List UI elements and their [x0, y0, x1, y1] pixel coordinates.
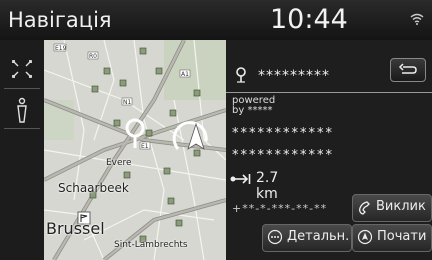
- svg-text:R0: R0: [89, 53, 97, 60]
- start-button-label: Почати: [377, 229, 427, 244]
- destination-row: *********: [226, 40, 432, 93]
- pedestrian-button[interactable]: [4, 92, 40, 129]
- map-label-schaarbeek: Schaarbeek: [58, 181, 129, 195]
- navigation-screen: Навігація 10:44 R0 A1 N1 E1 E19 Evere Sc…: [0, 0, 432, 260]
- start-button[interactable]: Почати: [352, 224, 432, 252]
- distance-arrow-icon: [230, 173, 252, 189]
- map-label-evere: Evere: [106, 158, 132, 168]
- destination-name: *********: [258, 68, 330, 84]
- details-button[interactable]: Детальн.: [262, 224, 352, 252]
- phone-icon: [359, 201, 370, 215]
- navigation-arrow-icon: [357, 229, 373, 245]
- distance-value: 2.7 km: [256, 170, 279, 202]
- call-button[interactable]: Виклик: [352, 194, 432, 222]
- address-line-2: ************: [232, 148, 334, 163]
- person-icon: [17, 97, 27, 123]
- call-button-label: Виклик: [376, 199, 426, 214]
- more-icon: [267, 229, 283, 245]
- map-label-brussels: Brussel: [46, 219, 105, 238]
- location-pin-icon: [234, 66, 248, 88]
- svg-text:A1: A1: [181, 71, 189, 78]
- map-label-sint-lambrechts: Sint-Lambrechts: [114, 240, 188, 250]
- clock: 10:44: [270, 4, 348, 35]
- status-bar: Навігація 10:44: [0, 0, 432, 40]
- destination-info-panel: ********* powered by ***** ************ …: [226, 40, 432, 260]
- map-toolbar: [0, 40, 44, 260]
- svg-text:N1: N1: [123, 99, 131, 106]
- svg-text:E19: E19: [55, 45, 67, 52]
- return-icon: [398, 63, 417, 74]
- phone-number: +**-*-***-**-**: [232, 202, 328, 215]
- address-line-1: ************: [232, 126, 334, 141]
- map-view[interactable]: R0 A1 N1 E1 E19 Evere Schaarbeek Brussel…: [44, 40, 226, 260]
- wifi-icon: [410, 10, 424, 29]
- svg-text:E1: E1: [141, 143, 149, 150]
- data-provider-credit: powered by *****: [232, 96, 275, 116]
- provider-name: by *****: [232, 105, 273, 116]
- expand-icon: [12, 60, 32, 78]
- details-button-label: Детальн.: [287, 229, 350, 244]
- app-title: Навігація: [8, 8, 112, 32]
- back-button[interactable]: [390, 58, 426, 82]
- fullscreen-button[interactable]: [4, 52, 40, 89]
